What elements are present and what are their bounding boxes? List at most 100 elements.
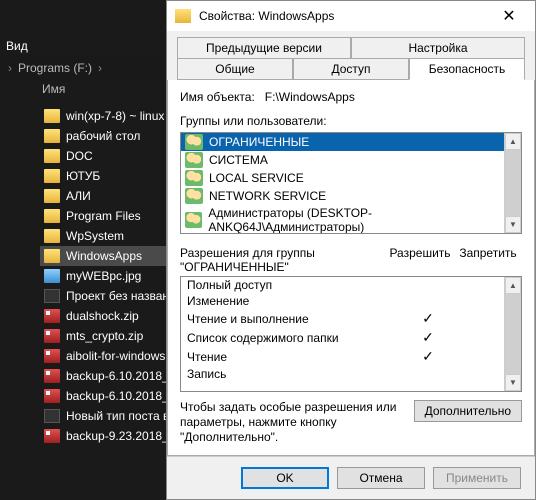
- group-item[interactable]: Администраторы (DESKTOP-ANKQ64J\Админист…: [181, 205, 521, 234]
- breadcrumb[interactable]: › Programs (F:) ›: [0, 55, 166, 81]
- advanced-button[interactable]: Дополнительно: [414, 400, 522, 422]
- file-name: myWEBpc.jpg: [66, 269, 141, 283]
- permission-name: Чтение: [187, 350, 399, 364]
- group-item[interactable]: СИСТЕМА: [181, 151, 521, 169]
- scrollbar[interactable]: ▲ ▼: [504, 133, 521, 233]
- titlebar[interactable]: Свойства: WindowsApps ✕: [167, 1, 535, 31]
- file-name: backup-6.10.2018_1: [66, 369, 175, 383]
- groups-listbox[interactable]: ОГРАНИЧЕННЫЕ СИСТЕМА LOCAL SERVICE NETWORK …: [180, 132, 522, 234]
- permissions-for-subject: "ОГРАНИЧЕННЫЕ": [180, 260, 386, 274]
- group-name: ОГРАНИЧЕННЫЕ: [209, 135, 309, 149]
- file-name: win(xp-7-8) ~ linux: [66, 109, 164, 123]
- permission-name: Полный доступ: [187, 278, 399, 292]
- folder-icon: [44, 189, 60, 203]
- file-name: backup-6.10.2018_2: [66, 389, 175, 403]
- file-name: Program Files: [66, 209, 141, 223]
- scroll-thumb[interactable]: [505, 294, 521, 374]
- view-menu[interactable]: Вид: [0, 35, 30, 57]
- group-name: LOCAL SERVICE: [209, 171, 304, 185]
- file-name: WindowsApps: [66, 249, 142, 263]
- permission-row[interactable]: Чтение и выполнение✓: [181, 309, 521, 328]
- close-button[interactable]: ✕: [491, 1, 527, 31]
- security-panel: Имя объекта: F:\WindowsApps Группы или п…: [167, 80, 535, 456]
- folder-icon: [44, 229, 60, 243]
- users-icon: [185, 152, 203, 168]
- group-item[interactable]: ОГРАНИЧЕННЫЕ: [181, 133, 521, 151]
- tab-security[interactable]: Безопасность: [409, 58, 525, 80]
- archive-icon: [44, 429, 60, 443]
- file-name: Проект без названия: [66, 289, 182, 303]
- folder-icon: [44, 209, 60, 223]
- column-allow: Разрешить: [386, 246, 454, 274]
- allow-check: ✓: [399, 348, 457, 365]
- users-icon: [185, 134, 203, 150]
- group-name: СИСТЕМА: [209, 153, 268, 167]
- archive-icon: [44, 349, 60, 363]
- advanced-hint-text: Чтобы задать особые разрешения или парам…: [180, 400, 404, 445]
- permission-name: Изменение: [187, 294, 399, 308]
- tab-general[interactable]: Общие: [177, 58, 293, 80]
- group-item[interactable]: NETWORK SERVICE: [181, 187, 521, 205]
- scroll-down-icon[interactable]: ▼: [505, 374, 521, 391]
- file-icon: [44, 409, 60, 423]
- permission-row[interactable]: Полный доступ: [181, 277, 521, 293]
- folder-icon: [44, 249, 60, 263]
- allow-check: ✓: [399, 329, 457, 346]
- users-icon: [185, 170, 203, 186]
- users-icon: [185, 212, 202, 228]
- tab-strip: Предыдущие версии Настройка Общие Доступ…: [167, 31, 535, 80]
- permission-name: Запись: [187, 367, 399, 381]
- file-name: Новый тип поста в: [66, 409, 169, 423]
- groups-label: Группы или пользователи:: [180, 114, 522, 128]
- apply-button[interactable]: Применить: [433, 467, 521, 489]
- permission-row[interactable]: Изменение: [181, 293, 521, 309]
- archive-icon: [44, 389, 60, 403]
- file-name: aibolit-for-windows: [66, 349, 165, 363]
- image-icon: [44, 269, 60, 283]
- breadcrumb-sep: ›: [8, 61, 12, 75]
- tab-customize[interactable]: Настройка: [351, 37, 525, 58]
- scroll-up-icon[interactable]: ▲: [505, 277, 521, 294]
- group-item[interactable]: LOCAL SERVICE: [181, 169, 521, 187]
- permission-row[interactable]: Список содержимого папки✓: [181, 328, 521, 347]
- ok-button[interactable]: OK: [241, 467, 329, 489]
- archive-icon: [44, 369, 60, 383]
- column-deny: Запретить: [454, 246, 522, 274]
- cancel-button[interactable]: Отмена: [337, 467, 425, 489]
- scroll-thumb[interactable]: [505, 150, 521, 216]
- file-icon: [44, 289, 60, 303]
- permission-name: Чтение и выполнение: [187, 312, 399, 326]
- folder-icon: [44, 109, 60, 123]
- breadcrumb-item[interactable]: Programs (F:): [18, 61, 92, 75]
- permission-row[interactable]: Чтение✓: [181, 347, 521, 366]
- chevron-right-icon: ›: [98, 61, 102, 75]
- permission-row[interactable]: Запись: [181, 366, 521, 382]
- group-name: NETWORK SERVICE: [209, 189, 326, 203]
- file-name: backup-9.23.2018_1: [66, 429, 175, 443]
- folder-icon: [44, 129, 60, 143]
- file-name: рабочий стол: [66, 129, 140, 143]
- tab-sharing[interactable]: Доступ: [293, 58, 409, 80]
- file-name: DOC: [66, 149, 93, 163]
- dialog-button-row: OK Отмена Применить: [167, 456, 535, 499]
- archive-icon: [44, 309, 60, 323]
- column-header-name[interactable]: Имя: [42, 82, 65, 96]
- properties-dialog: Свойства: WindowsApps ✕ Предыдущие верси…: [166, 0, 536, 500]
- folder-icon: [175, 9, 191, 23]
- permissions-for-label: Разрешения для группы: [180, 246, 386, 260]
- users-icon: [185, 188, 203, 204]
- file-name: ЮТУБ: [66, 169, 100, 183]
- file-name: mts_crypto.zip: [66, 329, 143, 343]
- file-name: WpSystem: [66, 229, 124, 243]
- archive-icon: [44, 329, 60, 343]
- group-name: Администраторы (DESKTOP-ANKQ64J\Админист…: [208, 206, 517, 234]
- scroll-up-icon[interactable]: ▲: [505, 133, 521, 150]
- permissions-listbox[interactable]: Полный доступИзменениеЧтение и выполнени…: [180, 276, 522, 392]
- folder-icon: [44, 169, 60, 183]
- file-name: АЛИ: [66, 189, 91, 203]
- window-title: Свойства: WindowsApps: [199, 9, 483, 23]
- scroll-down-icon[interactable]: ▼: [505, 216, 521, 233]
- tab-previous-versions[interactable]: Предыдущие версии: [177, 37, 351, 58]
- object-name-label: Имя объекта:: [180, 90, 255, 104]
- scrollbar[interactable]: ▲ ▼: [504, 277, 521, 391]
